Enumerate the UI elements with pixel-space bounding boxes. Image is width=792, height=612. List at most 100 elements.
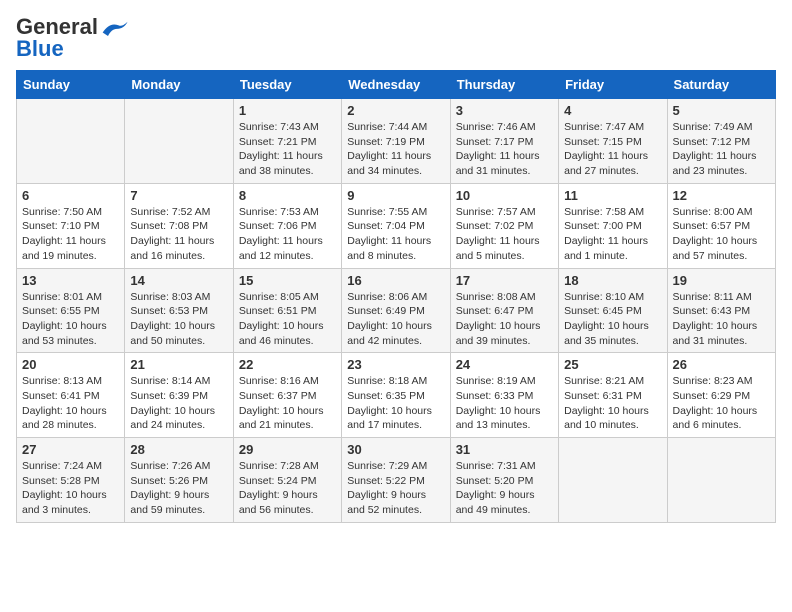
day-number: 14 bbox=[130, 273, 227, 288]
day-header-sunday: Sunday bbox=[17, 71, 125, 99]
day-content: Sunrise: 7:46 AMSunset: 7:17 PMDaylight:… bbox=[456, 120, 553, 179]
day-content: Sunrise: 8:05 AMSunset: 6:51 PMDaylight:… bbox=[239, 290, 336, 349]
day-cell: 21 Sunrise: 8:14 AMSunset: 6:39 PMDayligh… bbox=[125, 353, 233, 438]
day-cell: 15 Sunrise: 8:05 AMSunset: 6:51 PMDayligh… bbox=[233, 268, 341, 353]
day-content: Sunrise: 8:00 AMSunset: 6:57 PMDaylight:… bbox=[673, 205, 770, 264]
day-number: 26 bbox=[673, 357, 770, 372]
day-cell: 22 Sunrise: 8:16 AMSunset: 6:37 PMDayligh… bbox=[233, 353, 341, 438]
day-number: 31 bbox=[456, 442, 553, 457]
day-number: 6 bbox=[22, 188, 119, 203]
day-cell bbox=[667, 438, 775, 523]
logo-blue: Blue bbox=[16, 38, 64, 60]
day-content: Sunrise: 7:55 AMSunset: 7:04 PMDaylight:… bbox=[347, 205, 444, 264]
day-cell: 2 Sunrise: 7:44 AMSunset: 7:19 PMDaylight… bbox=[342, 99, 450, 184]
day-cell: 13 Sunrise: 8:01 AMSunset: 6:55 PMDayligh… bbox=[17, 268, 125, 353]
week-row-2: 6 Sunrise: 7:50 AMSunset: 7:10 PMDaylight… bbox=[17, 183, 776, 268]
day-cell: 10 Sunrise: 7:57 AMSunset: 7:02 PMDayligh… bbox=[450, 183, 558, 268]
day-content: Sunrise: 7:43 AMSunset: 7:21 PMDaylight:… bbox=[239, 120, 336, 179]
days-header-row: SundayMondayTuesdayWednesdayThursdayFrid… bbox=[17, 71, 776, 99]
day-content: Sunrise: 8:18 AMSunset: 6:35 PMDaylight:… bbox=[347, 374, 444, 433]
day-cell: 8 Sunrise: 7:53 AMSunset: 7:06 PMDaylight… bbox=[233, 183, 341, 268]
day-number: 19 bbox=[673, 273, 770, 288]
day-cell bbox=[125, 99, 233, 184]
day-number: 27 bbox=[22, 442, 119, 457]
day-number: 15 bbox=[239, 273, 336, 288]
day-cell: 18 Sunrise: 8:10 AMSunset: 6:45 PMDayligh… bbox=[559, 268, 667, 353]
day-content: Sunrise: 8:19 AMSunset: 6:33 PMDaylight:… bbox=[456, 374, 553, 433]
day-number: 1 bbox=[239, 103, 336, 118]
day-header-wednesday: Wednesday bbox=[342, 71, 450, 99]
week-row-4: 20Sunrise: 8:13 AMSunset: 6:41 PMDayligh… bbox=[17, 353, 776, 438]
day-number: 29 bbox=[239, 442, 336, 457]
day-cell: 5 Sunrise: 7:49 AMSunset: 7:12 PMDaylight… bbox=[667, 99, 775, 184]
day-cell: 19Sunrise: 8:11 AMSunset: 6:43 PMDayligh… bbox=[667, 268, 775, 353]
week-row-3: 13 Sunrise: 8:01 AMSunset: 6:55 PMDayligh… bbox=[17, 268, 776, 353]
day-content: Sunrise: 8:14 AMSunset: 6:39 PMDaylight:… bbox=[130, 374, 227, 433]
day-cell: 4 Sunrise: 7:47 AMSunset: 7:15 PMDaylight… bbox=[559, 99, 667, 184]
day-cell: 29Sunrise: 7:28 AMSunset: 5:24 PMDayligh… bbox=[233, 438, 341, 523]
day-cell: 7 Sunrise: 7:52 AMSunset: 7:08 PMDaylight… bbox=[125, 183, 233, 268]
day-number: 16 bbox=[347, 273, 444, 288]
day-content: Sunrise: 7:57 AMSunset: 7:02 PMDaylight:… bbox=[456, 205, 553, 264]
day-content: Sunrise: 8:06 AMSunset: 6:49 PMDaylight:… bbox=[347, 290, 444, 349]
day-content: Sunrise: 8:23 AMSunset: 6:29 PMDaylight:… bbox=[673, 374, 770, 433]
day-content: Sunrise: 8:08 AMSunset: 6:47 PMDaylight:… bbox=[456, 290, 553, 349]
day-number: 9 bbox=[347, 188, 444, 203]
logo-text: General bbox=[16, 16, 98, 38]
day-cell: 23 Sunrise: 8:18 AMSunset: 6:35 PMDayligh… bbox=[342, 353, 450, 438]
day-number: 22 bbox=[239, 357, 336, 372]
day-number: 20 bbox=[22, 357, 119, 372]
day-number: 4 bbox=[564, 103, 661, 118]
day-number: 30 bbox=[347, 442, 444, 457]
day-cell: 11 Sunrise: 7:58 AMSunset: 7:00 PMDayligh… bbox=[559, 183, 667, 268]
day-cell bbox=[17, 99, 125, 184]
day-number: 7 bbox=[130, 188, 227, 203]
day-cell: 31 Sunrise: 7:31 AMSunset: 5:20 PMDayligh… bbox=[450, 438, 558, 523]
day-cell: 3Sunrise: 7:46 AMSunset: 7:17 PMDaylight… bbox=[450, 99, 558, 184]
week-row-5: 27Sunrise: 7:24 AMSunset: 5:28 PMDayligh… bbox=[17, 438, 776, 523]
day-number: 10 bbox=[456, 188, 553, 203]
day-number: 28 bbox=[130, 442, 227, 457]
day-cell: 17 Sunrise: 8:08 AMSunset: 6:47 PMDayligh… bbox=[450, 268, 558, 353]
day-cell: 25 Sunrise: 8:21 AMSunset: 6:31 PMDayligh… bbox=[559, 353, 667, 438]
calendar-table: SundayMondayTuesdayWednesdayThursdayFrid… bbox=[16, 70, 776, 523]
day-content: Sunrise: 7:47 AMSunset: 7:15 PMDaylight:… bbox=[564, 120, 661, 179]
day-cell: 27Sunrise: 7:24 AMSunset: 5:28 PMDayligh… bbox=[17, 438, 125, 523]
day-number: 24 bbox=[456, 357, 553, 372]
day-content: Sunrise: 7:49 AMSunset: 7:12 PMDaylight:… bbox=[673, 120, 770, 179]
day-content: Sunrise: 7:50 AMSunset: 7:10 PMDaylight:… bbox=[22, 205, 119, 264]
day-number: 17 bbox=[456, 273, 553, 288]
day-content: Sunrise: 7:44 AMSunset: 7:19 PMDaylight:… bbox=[347, 120, 444, 179]
day-content: Sunrise: 7:29 AMSunset: 5:22 PMDaylight:… bbox=[347, 459, 444, 518]
day-cell: 12 Sunrise: 8:00 AMSunset: 6:57 PMDayligh… bbox=[667, 183, 775, 268]
day-content: Sunrise: 7:31 AMSunset: 5:20 PMDaylight:… bbox=[456, 459, 553, 518]
day-content: Sunrise: 8:10 AMSunset: 6:45 PMDaylight:… bbox=[564, 290, 661, 349]
day-number: 13 bbox=[22, 273, 119, 288]
day-number: 8 bbox=[239, 188, 336, 203]
day-content: Sunrise: 7:58 AMSunset: 7:00 PMDaylight:… bbox=[564, 205, 661, 264]
day-number: 12 bbox=[673, 188, 770, 203]
day-header-saturday: Saturday bbox=[667, 71, 775, 99]
day-number: 5 bbox=[673, 103, 770, 118]
day-cell: 9 Sunrise: 7:55 AMSunset: 7:04 PMDaylight… bbox=[342, 183, 450, 268]
day-cell: 14 Sunrise: 8:03 AMSunset: 6:53 PMDayligh… bbox=[125, 268, 233, 353]
day-content: Sunrise: 8:03 AMSunset: 6:53 PMDaylight:… bbox=[130, 290, 227, 349]
day-content: Sunrise: 8:01 AMSunset: 6:55 PMDaylight:… bbox=[22, 290, 119, 349]
day-content: Sunrise: 7:52 AMSunset: 7:08 PMDaylight:… bbox=[130, 205, 227, 264]
day-number: 11 bbox=[564, 188, 661, 203]
day-content: Sunrise: 8:21 AMSunset: 6:31 PMDaylight:… bbox=[564, 374, 661, 433]
day-number: 23 bbox=[347, 357, 444, 372]
logo: General Blue bbox=[16, 16, 130, 60]
day-cell: 6 Sunrise: 7:50 AMSunset: 7:10 PMDaylight… bbox=[17, 183, 125, 268]
day-number: 18 bbox=[564, 273, 661, 288]
day-number: 21 bbox=[130, 357, 227, 372]
day-number: 25 bbox=[564, 357, 661, 372]
day-cell: 30 Sunrise: 7:29 AMSunset: 5:22 PMDayligh… bbox=[342, 438, 450, 523]
day-content: Sunrise: 7:26 AMSunset: 5:26 PMDaylight:… bbox=[130, 459, 227, 518]
day-cell: 16 Sunrise: 8:06 AMSunset: 6:49 PMDayligh… bbox=[342, 268, 450, 353]
day-header-monday: Monday bbox=[125, 71, 233, 99]
day-content: Sunrise: 7:53 AMSunset: 7:06 PMDaylight:… bbox=[239, 205, 336, 264]
day-number: 2 bbox=[347, 103, 444, 118]
day-cell bbox=[559, 438, 667, 523]
day-content: Sunrise: 8:16 AMSunset: 6:37 PMDaylight:… bbox=[239, 374, 336, 433]
